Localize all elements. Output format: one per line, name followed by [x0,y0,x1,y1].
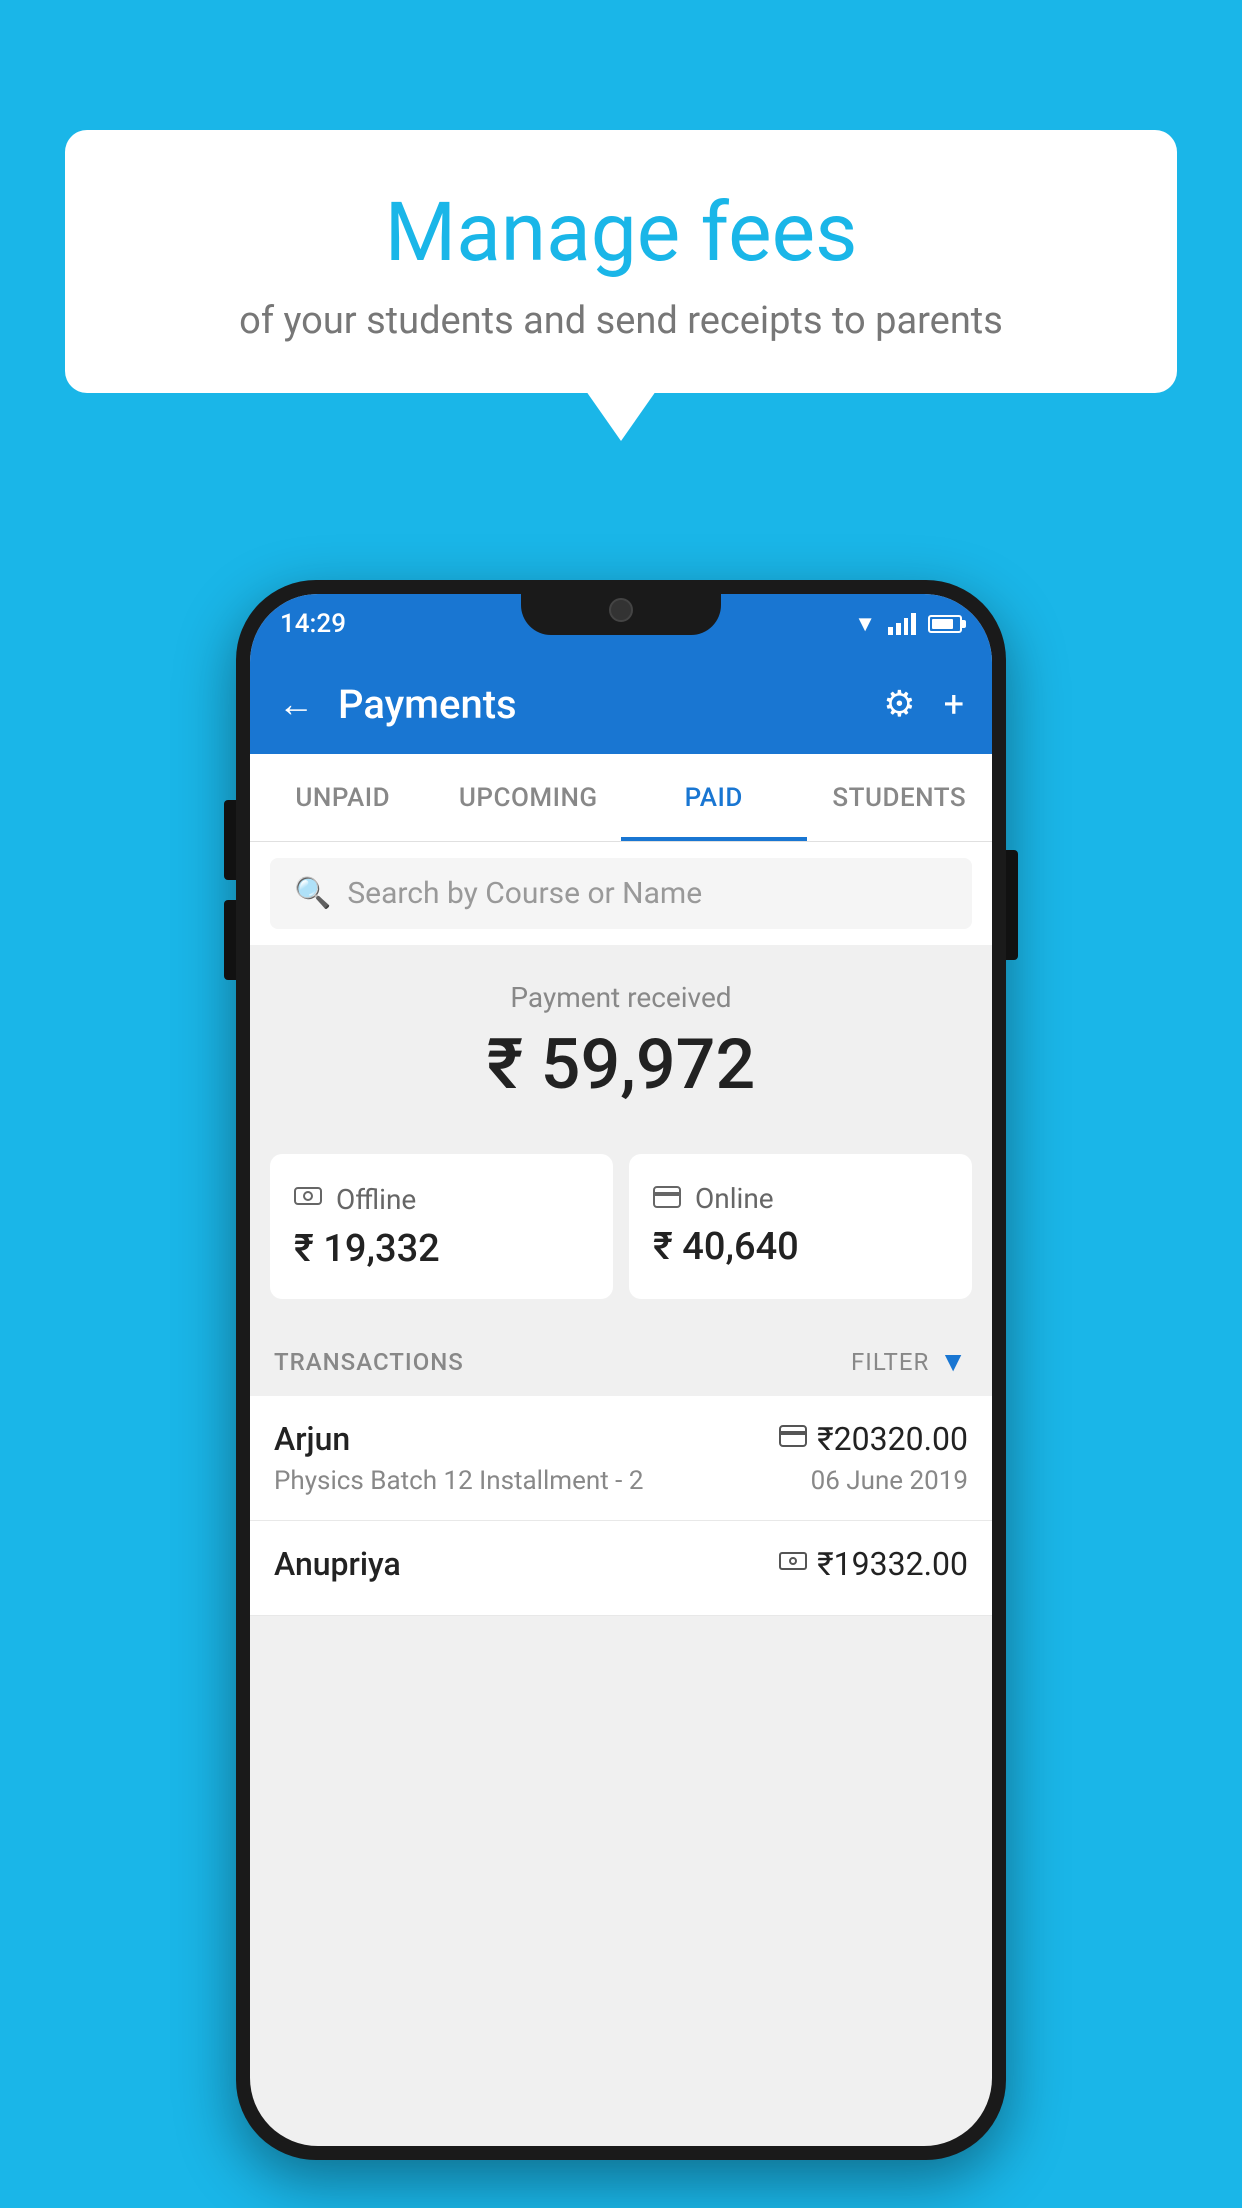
search-input[interactable]: Search by Course or Name [347,876,702,911]
cash-payment-icon-anupriya [779,1550,807,1578]
filter-icon: ▼ [939,1345,968,1378]
offline-amount: ₹ 19,332 [294,1227,589,1271]
transaction-row2-arjun: Physics Batch 12 Installment - 2 06 June… [274,1466,968,1496]
volume-button-2 [224,900,236,980]
tab-paid[interactable]: PAID [621,754,807,841]
offline-card-header: Offline [294,1182,589,1217]
transaction-detail-arjun: Physics Batch 12 Installment - 2 [274,1466,643,1496]
payment-section: Payment received ₹ 59,972 [250,945,992,1134]
add-icon[interactable]: + [944,683,964,725]
bubble-subtitle: of your students and send receipts to pa… [105,299,1137,343]
transaction-amount-anupriya: ₹19332.00 [817,1545,968,1583]
power-button [1006,850,1018,960]
offline-payment-card: Offline ₹ 19,332 [270,1154,613,1299]
tab-students[interactable]: STUDENTS [807,754,993,841]
battery-fill [932,619,953,629]
online-payment-card: Online ₹ 40,640 [629,1154,972,1299]
payment-label: Payment received [250,981,992,1014]
online-card-header: Online [653,1182,948,1215]
phone-camera [609,598,633,622]
speech-bubble-container: Manage fees of your students and send re… [65,130,1177,393]
signal-bar-4 [911,613,916,635]
battery-icon [928,615,962,633]
offline-icon [294,1182,322,1217]
transaction-item-anupriya[interactable]: Anupriya ₹19332.00 [250,1521,992,1616]
tab-upcoming[interactable]: UPCOMING [436,754,622,841]
transaction-amount-row-anupriya: ₹19332.00 [779,1545,968,1583]
tabs-bar: UNPAID UPCOMING PAID STUDENTS [250,754,992,842]
transactions-label: TRANSACTIONS [274,1348,464,1376]
phone-screen: 14:29 ▼ ← Payments [250,594,992,2146]
back-button[interactable]: ← [278,683,314,725]
transaction-row1-arjun: Arjun ₹20320.00 [274,1420,968,1458]
app-header: ← Payments ⚙ + [250,654,992,754]
transaction-amount-arjun: ₹20320.00 [817,1420,968,1458]
signal-bar-2 [896,623,901,635]
transactions-header: TRANSACTIONS FILTER ▼ [250,1327,992,1396]
bubble-title: Manage fees [105,185,1137,281]
status-icons: ▼ [854,611,962,637]
online-icon [653,1182,681,1215]
tab-unpaid[interactable]: UNPAID [250,754,436,841]
header-title: Payments [338,681,859,728]
search-container: 🔍 Search by Course or Name [250,842,992,945]
search-bar[interactable]: 🔍 Search by Course or Name [270,858,972,929]
transaction-name-anupriya: Anupriya [274,1545,401,1583]
search-icon: 🔍 [294,876,331,911]
phone-notch [521,580,721,635]
speech-bubble: Manage fees of your students and send re… [65,130,1177,393]
transaction-name-arjun: Arjun [274,1420,350,1458]
wifi-icon: ▼ [854,611,876,637]
card-payment-icon-arjun [779,1425,807,1453]
transaction-amount-row-arjun: ₹20320.00 [779,1420,968,1458]
filter-button[interactable]: FILTER ▼ [851,1345,968,1378]
phone-frame: 14:29 ▼ ← Payments [236,580,1006,2160]
filter-label: FILTER [851,1348,929,1376]
transaction-row1-anupriya: Anupriya ₹19332.00 [274,1545,968,1583]
online-label: Online [695,1182,774,1215]
payment-amount: ₹ 59,972 [250,1024,992,1106]
signal-icon [888,613,916,635]
header-icons: ⚙ + [883,683,964,725]
transaction-item-arjun[interactable]: Arjun ₹20320.00 Physics Batch 12 Install… [250,1396,992,1521]
signal-bar-1 [888,627,893,635]
settings-icon[interactable]: ⚙ [883,683,915,725]
offline-label: Offline [336,1183,416,1216]
online-amount: ₹ 40,640 [653,1225,948,1269]
signal-bar-3 [904,618,909,635]
main-content: 🔍 Search by Course or Name Payment recei… [250,842,992,1616]
volume-button [224,800,236,880]
status-time: 14:29 [280,609,346,639]
payment-cards: Offline ₹ 19,332 Online [250,1134,992,1327]
transaction-date-arjun: 06 June 2019 [811,1466,968,1496]
